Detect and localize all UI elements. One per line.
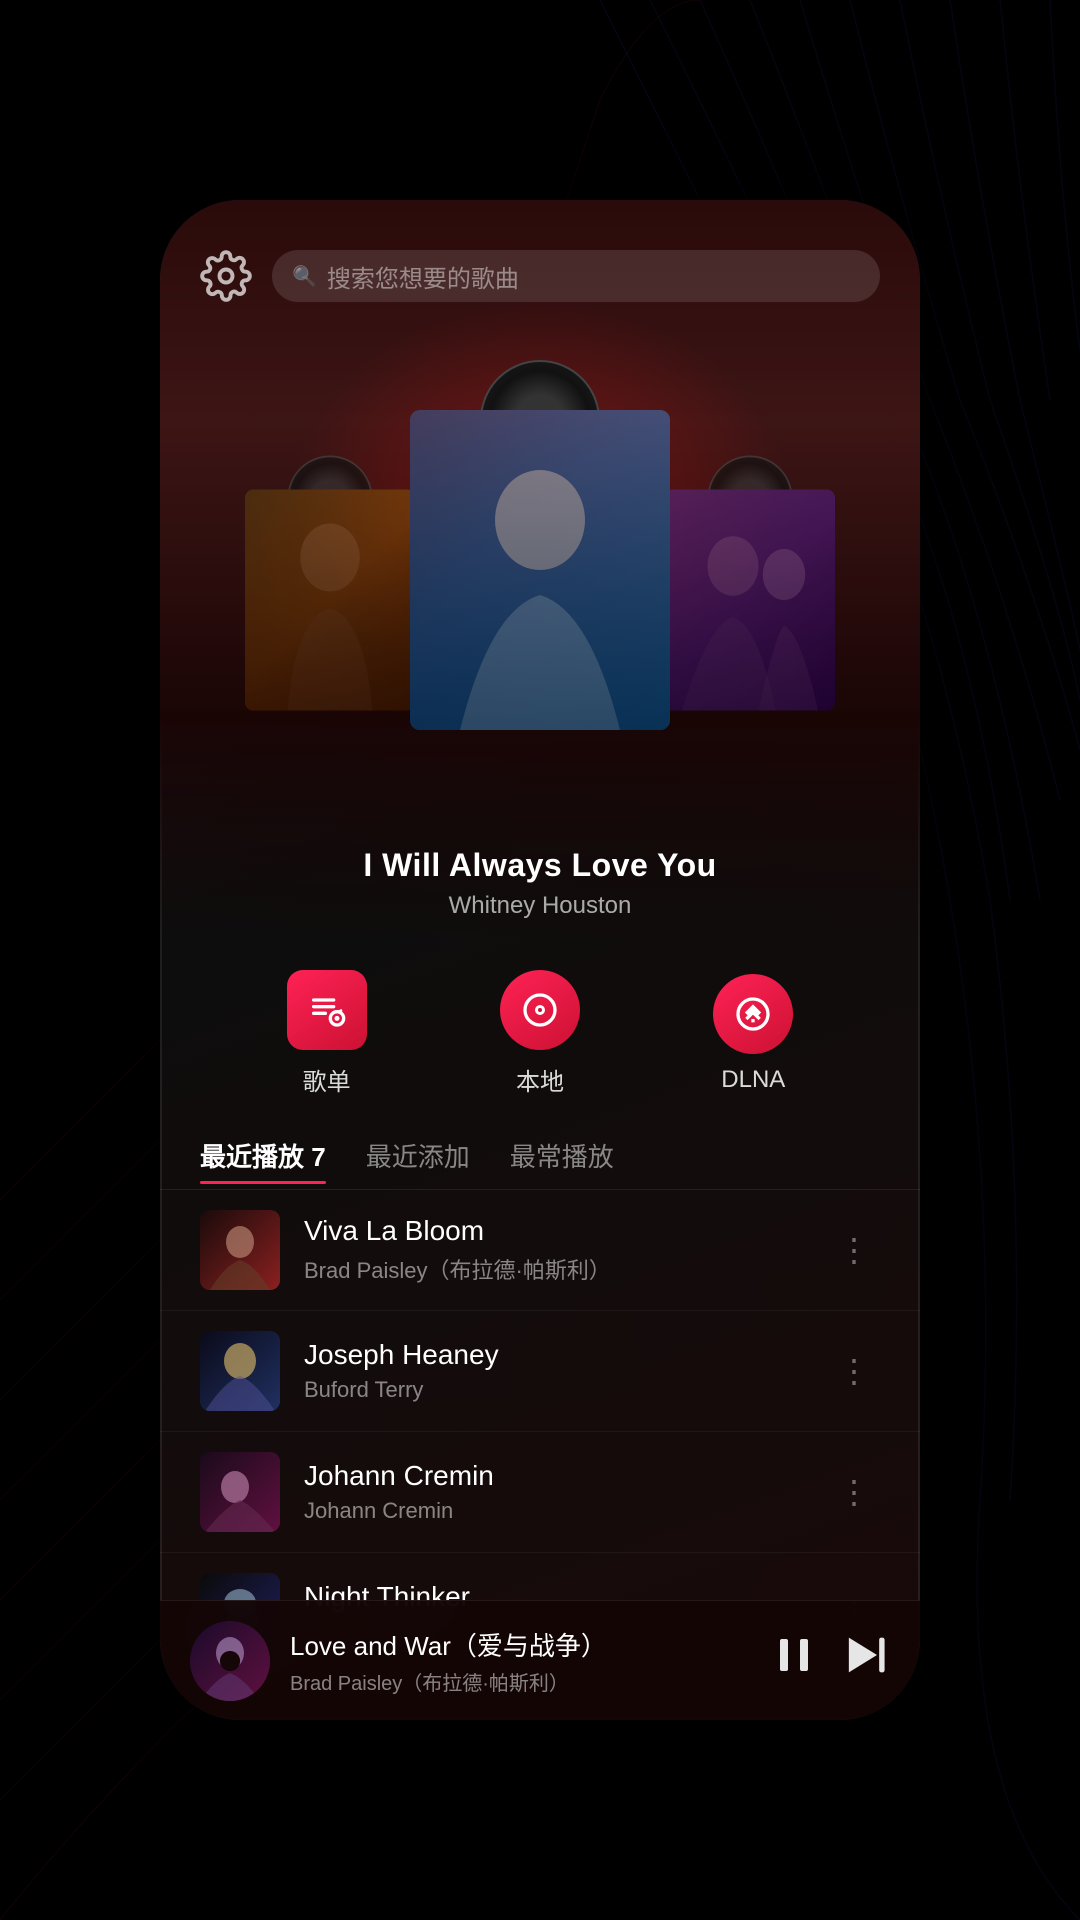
song-row-2[interactable]: Joseph Heaney Buford Terry ⋮	[160, 1311, 920, 1432]
playlist-icon	[287, 970, 367, 1050]
song-artist-2: Buford Terry	[304, 1377, 804, 1403]
album-cover-left	[245, 490, 415, 711]
search-placeholder: 搜索您想要的歌曲	[327, 259, 519, 294]
album-cover-center	[410, 410, 670, 730]
song-thumb-3	[200, 1452, 280, 1532]
tab-recent-play-label: 最近播放 7	[200, 1142, 326, 1172]
more-icon-1[interactable]: ⋮	[828, 1221, 880, 1279]
now-playing-thumb	[190, 1621, 270, 1701]
more-icon-3[interactable]: ⋮	[828, 1463, 880, 1521]
song-details-2: Joseph Heaney Buford Terry	[304, 1339, 804, 1403]
menu-label-playlist: 歌单	[303, 1062, 351, 1097]
song-artist-1: Brad Paisley（布拉德·帕斯利）	[304, 1253, 804, 1285]
now-playing-artist: Brad Paisley（布拉德·帕斯利）	[290, 1667, 750, 1696]
search-icon: 🔍	[292, 264, 317, 289]
album-card-left[interactable]	[245, 490, 415, 711]
next-button[interactable]	[838, 1629, 890, 1693]
menu-item-dlna[interactable]: DLNA	[713, 974, 793, 1094]
local-icon	[500, 970, 580, 1050]
album-card-right[interactable]	[665, 490, 835, 711]
song-details-3: Johann Cremin Johann Cremin	[304, 1460, 804, 1524]
settings-icon[interactable]	[200, 250, 252, 302]
hero-song-info: I Will Always Love You Whitney Houston	[160, 847, 920, 920]
song-title-1: Viva La Bloom	[304, 1215, 804, 1247]
now-playing-bar[interactable]: Love and War（爱与战争） Brad Paisley（布拉德·帕斯利）	[160, 1600, 920, 1720]
song-title-3: Johann Cremin	[304, 1460, 804, 1492]
menu-label-dlna: DLNA	[721, 1066, 785, 1094]
tab-most-play[interactable]: 最常播放	[510, 1137, 614, 1184]
playback-controls	[770, 1629, 890, 1693]
menu-label-local: 本地	[516, 1062, 564, 1097]
song-details-1: Viva La Bloom Brad Paisley（布拉德·帕斯利）	[304, 1215, 804, 1285]
top-bar: 🔍 搜索您想要的歌曲	[160, 250, 920, 302]
menu-item-local[interactable]: 本地	[500, 970, 580, 1097]
album-card-center[interactable]	[410, 410, 670, 730]
tab-recent-add-label: 最近添加	[366, 1142, 470, 1172]
hero-area: 🔍 搜索您想要的歌曲	[160, 200, 920, 940]
menu-item-playlist[interactable]: 歌单	[287, 970, 367, 1097]
more-icon-2[interactable]: ⋮	[828, 1342, 880, 1400]
song-thumb-2	[200, 1331, 280, 1411]
hero-song-artist: Whitney Houston	[160, 892, 920, 920]
tab-recent-play[interactable]: 最近播放 7	[200, 1137, 326, 1184]
album-cover-right	[665, 490, 835, 711]
tab-most-play-label: 最常播放	[510, 1142, 614, 1172]
dlna-icon	[713, 974, 793, 1054]
song-artist-3: Johann Cremin	[304, 1498, 804, 1524]
pause-button[interactable]	[770, 1631, 818, 1691]
album-carousel	[160, 350, 920, 730]
menu-row: 歌单 本地	[160, 940, 920, 1127]
song-title-2: Joseph Heaney	[304, 1339, 804, 1371]
search-bar[interactable]: 🔍 搜索您想要的歌曲	[272, 250, 880, 302]
phone-frame: 🔍 搜索您想要的歌曲	[160, 200, 920, 1720]
song-row-1[interactable]: Viva La Bloom Brad Paisley（布拉德·帕斯利） ⋮	[160, 1190, 920, 1311]
tabs-row: 最近播放 7 最近添加 最常播放	[160, 1127, 920, 1190]
song-thumb-1	[200, 1210, 280, 1290]
tab-recent-add[interactable]: 最近添加	[366, 1137, 470, 1184]
song-row-3[interactable]: Johann Cremin Johann Cremin ⋮	[160, 1432, 920, 1553]
hero-song-title: I Will Always Love You	[160, 847, 920, 884]
now-playing-title: Love and War（爱与战争）	[290, 1626, 750, 1663]
now-playing-info: Love and War（爱与战争） Brad Paisley（布拉德·帕斯利）	[290, 1626, 750, 1696]
